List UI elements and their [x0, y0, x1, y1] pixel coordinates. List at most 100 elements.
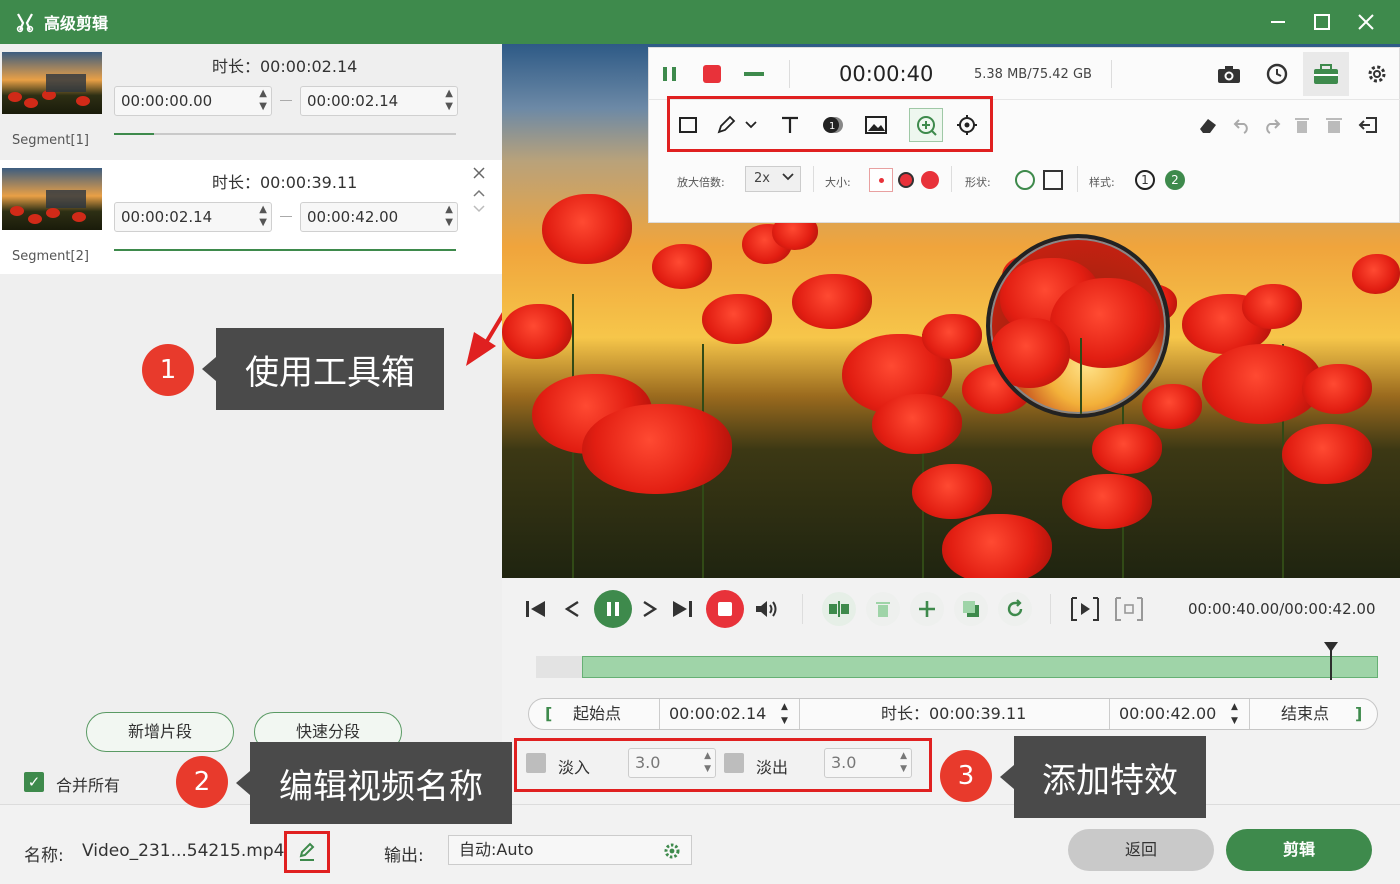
back-button[interactable]: 返回 — [1068, 829, 1214, 871]
minimize-button[interactable] — [1262, 6, 1294, 38]
output-value: 自动:Auto — [459, 840, 534, 859]
size-small-option[interactable] — [869, 168, 893, 192]
segment-label: Segment[2] — [12, 249, 89, 264]
end-time-field[interactable]: 00:00:42.00 — [1119, 699, 1216, 729]
magnifier-lens[interactable] — [986, 234, 1170, 418]
end-time-value: 00:00:42.00 — [1119, 704, 1217, 723]
size-label: 大小: — [825, 176, 851, 189]
callout-edit-video-name: 编辑视频名称 — [236, 742, 512, 824]
name-label: 名称: — [24, 846, 64, 866]
segment-duration: 时长：00:00:02.14 — [212, 57, 358, 76]
previous-frame-icon[interactable] — [558, 594, 586, 624]
segment-start-field[interactable]: 00:00:02.14 ▲ ▼ — [114, 202, 272, 232]
play-selection-icon[interactable] — [1068, 592, 1102, 626]
callout-use-toolbox: 使用工具箱 — [202, 328, 444, 410]
zoom-select[interactable]: 2x — [745, 166, 801, 192]
split-icon[interactable] — [822, 592, 856, 626]
spin-arrows-icon[interactable]: ▲ ▼ — [781, 700, 788, 730]
undo-icon[interactable] — [1229, 112, 1255, 138]
maximize-button[interactable] — [1306, 6, 1338, 38]
settings-gear-icon[interactable] — [1363, 62, 1391, 86]
size-large-option[interactable] — [921, 171, 939, 189]
square-shape-icon[interactable] — [1043, 170, 1063, 190]
zoom-label: 放大倍数: — [677, 176, 725, 189]
close-button[interactable] — [1350, 6, 1382, 38]
range-bar: [ 起始点 00:00:02.14 ▲ ▼ 时长：00:00:39.11 00:0… — [528, 698, 1378, 730]
range-close-bracket: ] — [1355, 704, 1363, 723]
clear-all-icon[interactable] — [1321, 112, 1347, 138]
timeline-selection[interactable] — [582, 656, 1378, 678]
redo-icon[interactable] — [1259, 112, 1285, 138]
add-icon[interactable] — [910, 592, 944, 626]
start-time-field[interactable]: 00:00:02.14 — [669, 699, 766, 729]
style-label: 样式: — [1089, 176, 1115, 189]
playhead[interactable] — [1324, 642, 1338, 680]
next-frame-icon[interactable] — [636, 594, 664, 624]
effects-highlight-box — [514, 738, 932, 792]
stop-record-icon[interactable] — [699, 62, 725, 86]
record-file-size: 5.38 MB/75.42 GB — [974, 67, 1092, 82]
output-label: 输出: — [384, 846, 424, 866]
segment-progress — [114, 249, 456, 251]
segment-item-2[interactable]: Segment[2] 时长：00:00:39.11 00:00:02.14 ▲ ▼… — [0, 160, 502, 274]
style-option-2[interactable]: 2 — [1165, 170, 1185, 190]
add-segment-button[interactable]: 新增片段 — [86, 712, 234, 752]
segment-end-value: 00:00:42.00 — [307, 208, 399, 226]
file-name: Video_231...54215.mp4 — [82, 841, 285, 861]
segment-panel: Segment[1] 时长：00:00:02.14 00:00:00.00 ▲ ▼… — [0, 44, 594, 804]
output-select[interactable]: 自动:Auto — [448, 835, 692, 865]
spin-arrows-icon[interactable]: ▲ ▼ — [259, 87, 267, 113]
style-option-1[interactable]: 1 — [1135, 170, 1155, 190]
copy-icon[interactable] — [954, 592, 988, 626]
volume-icon[interactable] — [752, 594, 782, 624]
spin-arrows-icon[interactable]: ▲ ▼ — [445, 203, 453, 229]
schedule-clock-icon[interactable] — [1263, 62, 1291, 86]
eraser-icon[interactable] — [1195, 112, 1221, 138]
segment-thumbnail — [2, 52, 102, 114]
size-medium-option[interactable] — [898, 172, 914, 188]
reset-icon[interactable] — [998, 592, 1032, 626]
rename-button[interactable] — [284, 831, 330, 873]
callout-number-2: 2 — [176, 756, 228, 808]
playback-time-readout: 00:00:40.00/00:00:42.00 — [1188, 600, 1376, 618]
delete-segment-icon[interactable] — [866, 592, 900, 626]
segment-duration: 时长：00:00:39.11 — [212, 173, 358, 192]
delete-icon[interactable] — [1289, 112, 1315, 138]
camera-icon[interactable] — [1215, 62, 1243, 86]
segment-start-field[interactable]: 00:00:00.00 ▲ ▼ — [114, 86, 272, 116]
toolbox-icon[interactable] — [1303, 52, 1349, 96]
segment-start-value: 00:00:00.00 — [121, 92, 213, 110]
selection-frame-icon[interactable] — [1112, 592, 1146, 626]
segment-item-1[interactable]: Segment[1] 时长：00:00:02.14 00:00:00.00 ▲ ▼… — [0, 44, 502, 158]
segment-progress — [114, 133, 456, 135]
pause-button[interactable] — [594, 590, 632, 628]
exit-toolbox-icon[interactable] — [1355, 112, 1381, 138]
merge-all-label: 合并所有 — [56, 776, 121, 795]
spin-arrows-icon[interactable]: ▲ ▼ — [445, 87, 453, 113]
window-title: 高级剪辑 — [44, 14, 109, 33]
range-duration: 时长：00:00:39.11 — [881, 704, 1027, 723]
shape-label: 形状: — [965, 176, 991, 189]
skip-to-end-icon[interactable] — [668, 594, 696, 624]
segment-start-value: 00:00:02.14 — [121, 208, 213, 226]
edit-export-button[interactable]: 剪辑 — [1226, 829, 1372, 871]
circle-shape-icon[interactable] — [1015, 170, 1035, 190]
timeline-track[interactable] — [536, 656, 1378, 678]
set-start-button[interactable]: 起始点 — [573, 699, 621, 729]
stop-button[interactable] — [706, 590, 744, 628]
spin-arrows-icon[interactable]: ▲ ▼ — [1231, 700, 1238, 730]
collapse-toolbar-icon[interactable] — [741, 62, 767, 86]
spin-arrows-icon[interactable]: ▲ ▼ — [259, 203, 267, 229]
title-bar: 高级剪辑 — [0, 0, 1400, 44]
pause-record-icon[interactable] — [657, 62, 683, 86]
output-settings-gear-icon[interactable] — [663, 841, 681, 869]
segment-label: Segment[1] — [12, 133, 89, 148]
skip-to-start-icon[interactable] — [522, 594, 550, 624]
segment-end-field[interactable]: 00:00:42.00 ▲ ▼ — [300, 202, 458, 232]
segment-end-value: 00:00:02.14 — [307, 92, 399, 110]
segment-end-field[interactable]: 00:00:02.14 ▲ ▼ — [300, 86, 458, 116]
start-time-value: 00:00:02.14 — [669, 704, 767, 723]
merge-all-checkbox[interactable]: ✓ — [24, 772, 44, 792]
edit-pencil-icon — [299, 842, 315, 861]
set-end-button[interactable]: 结束点 — [1281, 699, 1329, 729]
